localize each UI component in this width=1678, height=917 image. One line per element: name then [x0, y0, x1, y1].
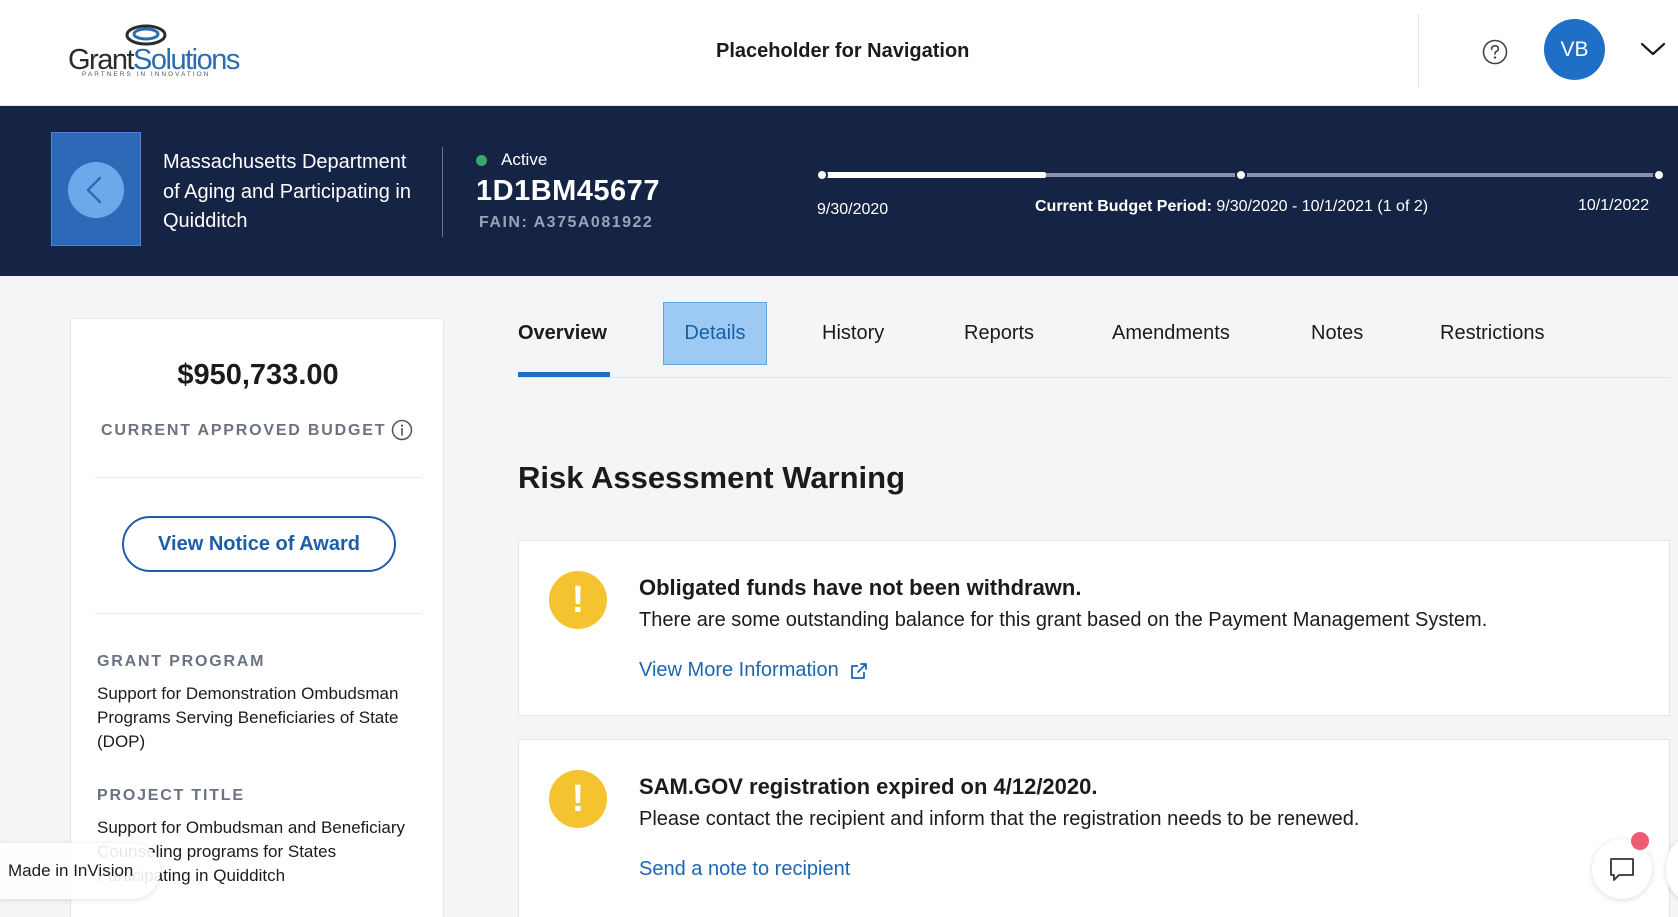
- chevron-down-icon[interactable]: [1640, 40, 1666, 58]
- budget-amount: $950,733.00: [177, 359, 339, 391]
- info-circle-icon[interactable]: [391, 419, 413, 441]
- tab-overview[interactable]: Overview: [518, 300, 610, 366]
- grant-summary-card: $950,733.00 CURRENT APPROVED BUDGET View…: [70, 318, 444, 917]
- timeline-start-date: 9/30/2020: [817, 201, 889, 218]
- navigation-placeholder: Placeholder for Navigation: [716, 40, 970, 62]
- active-tab-indicator: [518, 372, 610, 377]
- tab-history[interactable]: History: [822, 300, 884, 366]
- warning-title: Obligated funds have not been withdrawn.: [639, 575, 1082, 600]
- tab-details[interactable]: Details: [663, 302, 767, 365]
- risk-assessment-title: Risk Assessment Warning: [518, 460, 906, 495]
- timeline-progress: [822, 172, 1046, 178]
- link-label: View More Information: [639, 659, 839, 681]
- organization-name: Massachusetts Department of Aging and Pa…: [163, 151, 411, 232]
- warning-title: SAM.GOV registration expired on 4/12/202…: [639, 774, 1098, 799]
- timeline-track-second: [1244, 173, 1658, 177]
- chat-bubble-icon: [1610, 858, 1634, 881]
- back-button[interactable]: [51, 132, 141, 246]
- grant-program-label: GRANT PROGRAM: [97, 653, 266, 670]
- exclamation-icon: !: [549, 770, 607, 828]
- grant-status: Active: [476, 150, 547, 170]
- project-title-label: PROJECT TITLE: [97, 787, 245, 804]
- tab-reports[interactable]: Reports: [964, 300, 1034, 366]
- status-dot: [476, 154, 487, 166]
- budget-period-timeline: [816, 168, 1665, 182]
- warning-description: Please contact the recipient and inform …: [639, 808, 1360, 830]
- question-circle-icon[interactable]: [1482, 39, 1508, 65]
- grant-tabs: Overview Details History Reports Amendme…: [518, 300, 1670, 378]
- logo-tagline: PARTNERS IN INNOVATION: [82, 71, 211, 78]
- grantsolutions-logo[interactable]: GrantSolutions PARTNERS IN INNOVATION: [68, 22, 240, 82]
- view-notice-of-award-button[interactable]: View Notice of Award: [122, 516, 396, 572]
- banner-divider: [442, 147, 443, 237]
- warning-description: There are some outstanding balance for t…: [639, 609, 1488, 631]
- card-divider: [95, 477, 421, 478]
- current-budget-period: Current Budget Period: 9/30/2020 - 10/1/…: [1035, 198, 1429, 215]
- card-divider: [95, 613, 421, 614]
- fain-number: FAIN: A375A081922: [479, 214, 654, 231]
- warning-card: ! Obligated funds have not been withdraw…: [518, 540, 1670, 716]
- chevron-left-icon: [86, 176, 102, 204]
- header-divider: [1418, 14, 1419, 88]
- timeline-node-start: [816, 169, 828, 181]
- grant-id: 1D1BM45677: [476, 175, 660, 207]
- budget-label: CURRENT APPROVED BUDGET: [101, 422, 387, 439]
- tab-notes[interactable]: Notes: [1311, 300, 1363, 366]
- send-note-to-recipient-link[interactable]: Send a note to recipient: [639, 858, 850, 881]
- timeline-node-mid: [1235, 169, 1247, 181]
- view-more-information-link[interactable]: View More Information: [639, 659, 869, 682]
- external-link-icon: [850, 662, 867, 679]
- timeline-end-date: 10/1/2022: [1578, 197, 1650, 214]
- timeline-node-end: [1653, 169, 1665, 181]
- notification-dot: [1631, 832, 1649, 850]
- top-bar: GrantSolutions PARTNERS IN INNOVATION Pl…: [0, 0, 1678, 106]
- user-avatar[interactable]: VB: [1544, 19, 1605, 80]
- status-label: Active: [501, 150, 548, 169]
- warning-card: ! SAM.GOV registration expired on 4/12/2…: [518, 739, 1670, 917]
- exclamation-icon: !: [549, 571, 607, 629]
- grant-banner: Massachusetts Department of Aging and Pa…: [0, 106, 1678, 276]
- tab-amendments[interactable]: Amendments: [1112, 300, 1230, 366]
- tab-restrictions[interactable]: Restrictions: [1440, 300, 1544, 366]
- grant-program-value: Support for Demonstration Ombudsman Prog…: [97, 684, 399, 751]
- invision-badge[interactable]: Made in InVision: [0, 843, 160, 899]
